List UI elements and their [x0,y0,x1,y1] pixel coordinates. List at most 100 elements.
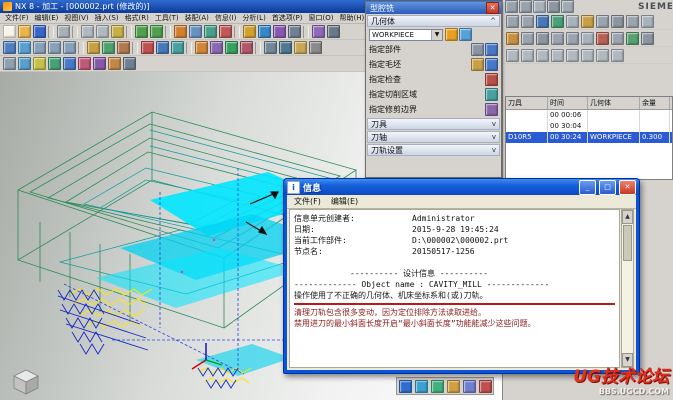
create-operation-icon[interactable] [218,25,232,39]
dock-float-icon[interactable] [518,0,532,13]
select-trim-icon[interactable] [485,103,498,116]
lock-icon[interactable] [610,48,624,62]
menu-item[interactable]: 工具(T) [152,14,182,22]
generate-toolpath-icon[interactable] [242,25,256,39]
simulate-icon[interactable] [272,25,286,39]
rename-icon[interactable] [610,31,624,45]
properties-icon[interactable] [640,31,654,45]
tool-library-icon[interactable] [263,41,277,55]
new-icon[interactable] [2,25,16,39]
operation-navigator-table[interactable]: 刀具时间几何体余量00 00:0600 30:04D10R500 30:24WO… [505,96,673,180]
select-part-icon[interactable] [471,43,484,56]
scroll-up-icon[interactable]: ▲ [622,210,633,224]
work-layer-icon[interactable] [446,379,460,393]
navigator-row[interactable]: D10R500 30:24WORKPIECE0.300 [506,132,672,143]
navigator-row[interactable]: 00 00:06 [506,110,672,121]
menu-item[interactable]: 首选项(P) [269,14,306,22]
redo-icon[interactable] [149,25,163,39]
selection-filter-icon[interactable] [2,57,16,71]
cavity-mill-icon[interactable] [194,41,208,55]
geometry-view-icon[interactable] [610,14,624,28]
layer-icon[interactable] [326,25,340,39]
dock-pin-icon[interactable] [504,0,518,13]
edit-icon[interactable] [535,31,549,45]
print-list-icon[interactable] [580,48,594,62]
column-header[interactable]: 余量 [640,97,670,109]
menu-item[interactable]: 插入(S) [92,14,122,22]
snap-point-icon[interactable] [17,57,31,71]
create-tool-icon[interactable] [188,25,202,39]
snapshot-icon[interactable] [414,379,428,393]
cavity-mill-dialog-titlebar[interactable]: 型腔铣 ✕ [366,2,501,14]
replay-icon[interactable] [535,14,549,28]
menu-item[interactable]: 窗口(O) [306,14,337,22]
options-icon[interactable] [308,41,322,55]
feeds-speeds-icon[interactable] [293,41,307,55]
pan-icon[interactable] [47,41,61,55]
hide-toolpath-icon[interactable] [520,14,534,28]
zoom-icon[interactable] [32,41,46,55]
zlevel-mill-icon[interactable] [209,41,223,55]
close-icon[interactable]: ✕ [619,180,636,195]
verify-toolpath-icon[interactable] [257,25,271,39]
menu-item[interactable]: 视图(V) [61,14,91,22]
menu-item[interactable]: 帮助(H) [336,14,367,22]
expand-all-icon[interactable] [535,48,549,62]
refresh-icon[interactable] [625,31,639,45]
tool-section-header[interactable]: 刀具 v [367,118,500,130]
generate-icon[interactable] [505,31,519,45]
wireframe-view-icon[interactable] [101,41,115,55]
mill-area-icon[interactable] [170,41,184,55]
display-part-icon[interactable] [485,43,498,56]
endpoint-icon[interactable] [47,57,61,71]
view-manip-icon[interactable] [398,379,412,393]
minimize-icon[interactable]: _ [579,180,596,195]
intersection-icon[interactable] [92,57,106,71]
edit-workpiece-icon[interactable] [445,28,458,41]
select-check-icon[interactable] [485,73,498,86]
tool-axis-section-header[interactable]: 刀轴 v [367,131,500,143]
method-view-icon[interactable] [625,14,639,28]
dock-help-icon[interactable] [560,0,574,13]
info-window-icon[interactable] [478,379,492,393]
paste-icon[interactable] [110,25,124,39]
menu-item[interactable]: 文件(F) [289,196,326,207]
midpoint-icon[interactable] [62,57,76,71]
point-icon[interactable] [32,57,46,71]
columns-icon[interactable] [520,48,534,62]
save-icon[interactable] [32,25,46,39]
column-header[interactable]: 时间 [548,97,588,109]
vertical-scrollbar[interactable]: ▲ ▼ [621,209,634,368]
postprocess-icon[interactable] [287,25,301,39]
sync-icon[interactable] [595,48,609,62]
column-header[interactable]: 刀具 [506,97,548,109]
cut-icon[interactable] [80,25,94,39]
section-view-icon[interactable] [430,379,444,393]
scroll-down-icon[interactable]: ▼ [622,353,633,367]
copy-op-icon[interactable] [565,31,579,45]
fit-view-icon[interactable] [17,41,31,55]
navigator-row[interactable]: 00 30:04 [506,121,672,132]
measure-icon[interactable] [311,25,325,39]
delete-op-icon[interactable] [595,31,609,45]
cut-op-icon[interactable] [550,31,564,45]
display-mode-icon[interactable] [462,379,476,393]
drill-icon[interactable] [239,41,253,55]
workpiece-icon[interactable] [155,41,169,55]
filter-icon[interactable] [505,48,519,62]
rotate-icon[interactable] [62,41,76,55]
path-settings-section-header[interactable]: 刀轨设置 v [367,144,500,156]
menu-item[interactable]: 文件(F) [2,14,32,22]
find-icon[interactable] [640,14,654,28]
print-icon[interactable] [56,25,70,39]
undo-icon[interactable] [134,25,148,39]
center-icon[interactable] [77,57,91,71]
collapse-all-icon[interactable] [550,48,564,62]
select-cut-area-icon[interactable] [485,88,498,101]
maximize-icon[interactable]: □ [599,180,616,195]
copy-icon[interactable] [95,25,109,39]
menu-item[interactable]: 分析(L) [239,14,268,22]
export-list-icon[interactable] [565,48,579,62]
mcs-icon[interactable] [140,41,154,55]
geometry-select[interactable]: WORKPIECE ▼ [369,29,443,41]
